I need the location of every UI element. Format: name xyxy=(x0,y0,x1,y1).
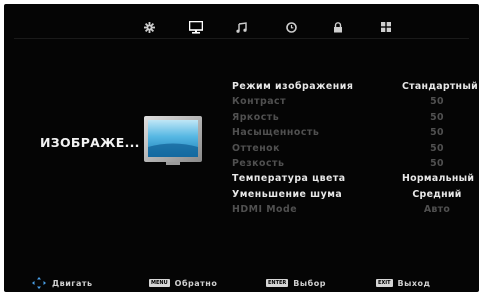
hint-back: MENU Обратно xyxy=(149,276,217,290)
hint-exit: EXIT Выход xyxy=(376,276,431,290)
menu-item-value: Стандартный xyxy=(402,81,478,92)
footer-hints: Двигать MENU Обратно ENTER Выбор EXIT Вы… xyxy=(4,276,479,292)
hint-back-label: Обратно xyxy=(174,278,218,288)
menu-item-value: 50 xyxy=(430,127,444,139)
menu-item-value: 50 xyxy=(430,142,444,154)
hint-move-label: Двигать xyxy=(52,278,93,288)
menu-item[interactable]: Яркость 50 xyxy=(232,112,472,127)
enter-key-icon: ENTER xyxy=(266,279,289,287)
hint-move: Двигать xyxy=(32,276,93,290)
menu-item[interactable]: Уменьшение шума Средний xyxy=(232,189,472,204)
tab-apps[interactable] xyxy=(375,16,397,38)
menu-item-value: Нормальный xyxy=(402,173,475,185)
hint-select-label: Выбор xyxy=(293,278,326,288)
menu-key-icon: MENU xyxy=(149,279,170,287)
menu-item[interactable]: Оттенок 50 xyxy=(232,143,472,158)
tab-sound[interactable] xyxy=(230,16,252,38)
menu-item[interactable]: Насыщенность 50 xyxy=(232,127,472,142)
menu-tabs xyxy=(4,16,479,38)
menu-item-value: 50 xyxy=(430,96,444,108)
menu-item-label: Режим изображения xyxy=(232,81,354,92)
music-note-icon xyxy=(235,21,247,33)
arrows-icon xyxy=(32,274,46,293)
menu-item[interactable]: Режим изображения Стандартный xyxy=(232,81,478,96)
menu-item[interactable]: HDMI Mode Авто xyxy=(232,204,472,219)
tab-time[interactable] xyxy=(280,16,302,38)
section-title: ИЗОБРАЖЕ... xyxy=(40,135,140,150)
menu-item-label: Уменьшение шума xyxy=(232,188,343,200)
gear-icon xyxy=(143,21,155,33)
menu-item-label: Контраст xyxy=(232,96,287,108)
tab-settings[interactable] xyxy=(138,16,160,38)
menu-item-label: Насыщенность xyxy=(232,127,320,139)
hint-exit-label: Выход xyxy=(397,278,431,288)
menu-item-value: 50 xyxy=(430,111,444,123)
tv-osd-screen: ИЗОБРАЖЕ... Режим изображения Стандартный… xyxy=(4,4,479,292)
menu-item-label: Температура цвета xyxy=(232,173,346,185)
grid-icon xyxy=(381,22,391,32)
menu-item-value: Средний xyxy=(412,188,462,200)
lock-icon xyxy=(333,21,343,33)
menu-item-label: HDMI Mode xyxy=(232,204,298,216)
menu-item[interactable]: Температура цвета Нормальный xyxy=(232,173,475,188)
tab-lock[interactable] xyxy=(327,16,349,38)
picture-settings-menu: Режим изображения Стандартный Контраст 50 Яр… xyxy=(232,81,478,220)
tv-picture-icon xyxy=(144,116,202,166)
exit-key-icon: EXIT xyxy=(376,279,393,287)
menu-item-label: Оттенок xyxy=(232,142,280,154)
menu-item-value: Авто xyxy=(423,204,451,216)
menu-item-value: 50 xyxy=(430,157,444,169)
tab-divider xyxy=(14,38,469,39)
clock-icon xyxy=(285,21,297,33)
menu-item[interactable]: Резкость 50 xyxy=(232,158,472,173)
menu-item[interactable]: Контраст 50 xyxy=(232,96,472,111)
tab-picture[interactable] xyxy=(185,16,207,38)
menu-item-label: Яркость xyxy=(232,111,280,123)
monitor-icon xyxy=(189,20,203,34)
hint-select: ENTER Выбор xyxy=(266,276,326,290)
menu-item-label: Резкость xyxy=(232,157,285,169)
